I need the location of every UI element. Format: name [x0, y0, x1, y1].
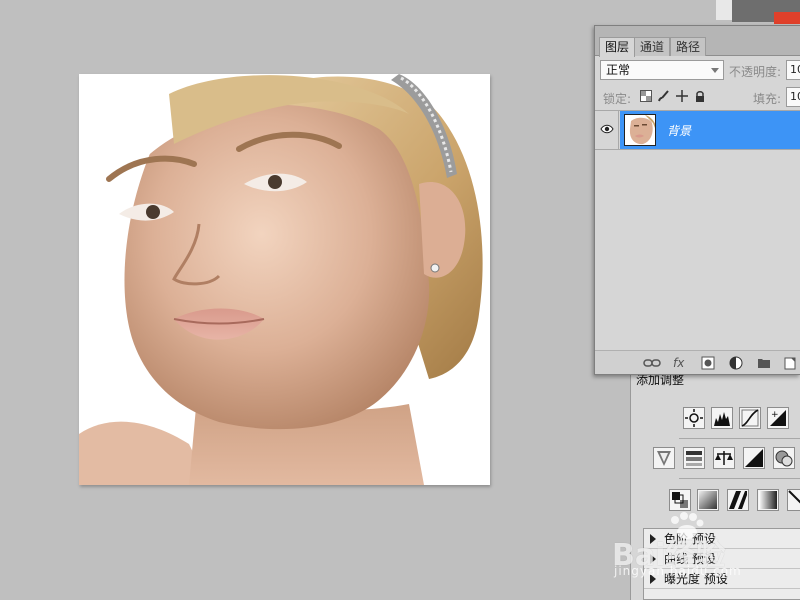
photo-filter-icon[interactable] [773, 447, 795, 469]
exposure-icon[interactable]: + [767, 407, 789, 429]
new-layer-icon[interactable] [783, 356, 797, 370]
tab-layers[interactable]: 图层 [599, 37, 636, 57]
layer-selection[interactable]: 背景 [620, 111, 800, 149]
watermark: Bai经验 jingyan.baidu.com [612, 512, 800, 597]
chevron-down-icon [711, 68, 719, 73]
tab-paths[interactable]: 路径 [670, 37, 707, 56]
visibility-toggle[interactable] [595, 111, 619, 149]
threshold-icon[interactable] [757, 489, 779, 511]
layer-thumbnail [624, 114, 656, 146]
lock-brush-icon[interactable] [658, 90, 670, 102]
brightness-icon[interactable] [683, 407, 705, 429]
lock-all-icon[interactable] [694, 90, 706, 102]
adjustments-divider [679, 438, 800, 439]
adjustments-divider [679, 478, 800, 479]
black-white-icon[interactable] [743, 447, 765, 469]
curves-icon[interactable] [739, 407, 761, 429]
invert-icon[interactable] [697, 489, 719, 511]
lock-label: 锁定: [603, 92, 632, 106]
layers-panel: 图层 通道 路径 正常 不透明度: 10 锁定: 填充: 10 背景 [594, 25, 800, 375]
levels-icon[interactable] [711, 407, 733, 429]
blend-mode-select[interactable]: 正常 [600, 60, 724, 80]
fx-icon[interactable]: fx [673, 356, 687, 370]
opacity-label: 不透明度: [729, 65, 782, 79]
watermark-url: jingyan.baidu.com [614, 564, 742, 578]
channel-mixer-icon[interactable] [669, 489, 691, 511]
opacity-field[interactable]: 10 [786, 60, 800, 80]
image-canvas[interactable] [79, 74, 490, 485]
layer-name: 背景 [667, 124, 692, 138]
lock-transparent-icon[interactable] [640, 90, 652, 102]
posterize-icon[interactable] [727, 489, 749, 511]
lock-move-icon[interactable] [676, 90, 688, 102]
hue-saturation-icon[interactable] [683, 447, 705, 469]
layers-footer: fx [595, 350, 800, 374]
portrait-image [79, 74, 490, 485]
gradient-map-icon[interactable] [787, 489, 800, 511]
link-layers-icon[interactable] [643, 356, 661, 370]
vibrance-icon[interactable] [653, 447, 675, 469]
layer-row[interactable]: 背景 [595, 111, 800, 150]
fill-field[interactable]: 10 [786, 87, 800, 107]
blend-mode-value: 正常 [606, 63, 631, 77]
svg-text:+: + [771, 410, 779, 420]
menu-bar-fragment [716, 0, 732, 20]
panel-tab-bar: 图层 通道 路径 [595, 26, 800, 57]
adjustment-layer-icon[interactable] [729, 356, 743, 370]
eye-icon [600, 124, 614, 134]
tab-channels[interactable]: 通道 [634, 37, 671, 56]
color-swatch[interactable] [774, 12, 800, 24]
add-mask-icon[interactable] [701, 356, 715, 370]
new-group-icon[interactable] [757, 356, 771, 370]
color-balance-icon[interactable] [713, 447, 735, 469]
fill-label: 填充: [753, 92, 782, 106]
